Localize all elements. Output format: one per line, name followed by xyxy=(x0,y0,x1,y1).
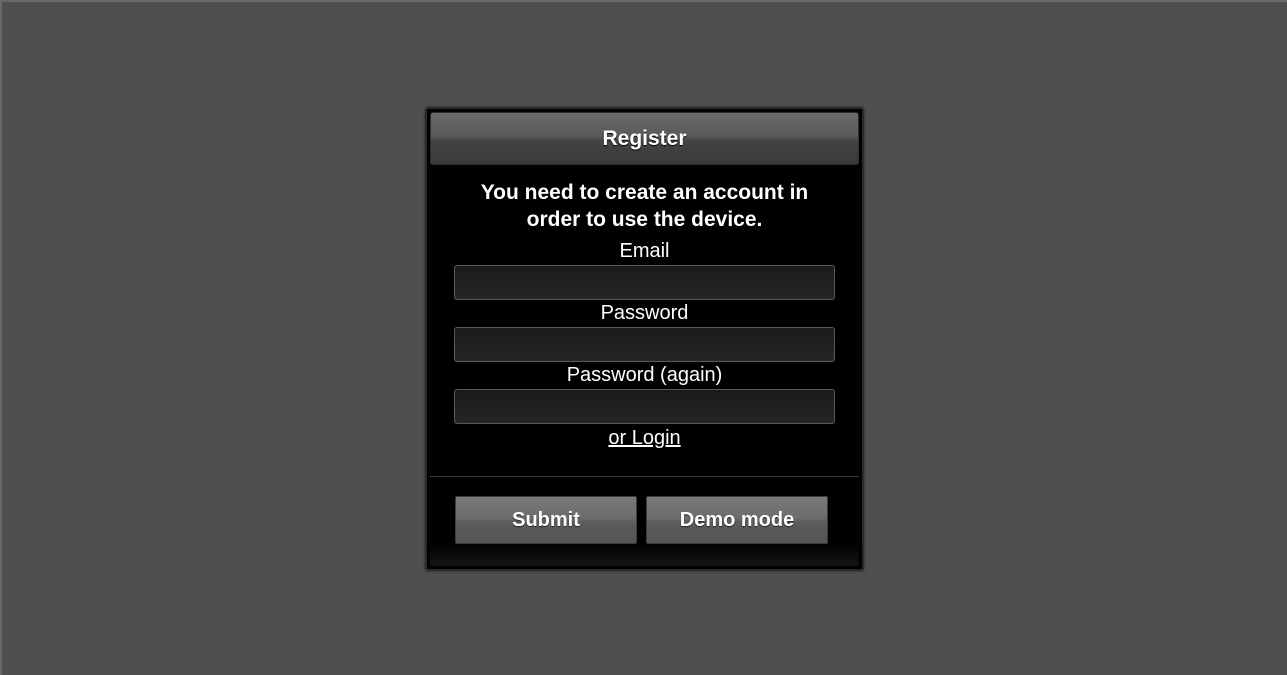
dialog-title: Register xyxy=(602,126,687,150)
email-label: Email xyxy=(619,240,670,262)
demo-mode-button[interactable]: Demo mode xyxy=(646,496,828,544)
submit-button[interactable]: Submit xyxy=(455,496,637,544)
dialog-footer xyxy=(430,542,859,566)
password-field[interactable] xyxy=(454,327,835,362)
divider xyxy=(430,476,859,477)
dialog-body: You need to create an account in order t… xyxy=(430,173,859,450)
login-link[interactable]: or Login xyxy=(608,427,680,450)
password-again-field[interactable] xyxy=(454,389,835,424)
password-again-label: Password (again) xyxy=(566,364,723,386)
register-dialog: Register You need to create an account i… xyxy=(425,107,864,571)
password-label: Password xyxy=(600,302,689,324)
intro-message: You need to create an account in order t… xyxy=(480,181,809,231)
dialog-header: Register xyxy=(430,112,859,165)
email-field[interactable] xyxy=(454,265,835,300)
